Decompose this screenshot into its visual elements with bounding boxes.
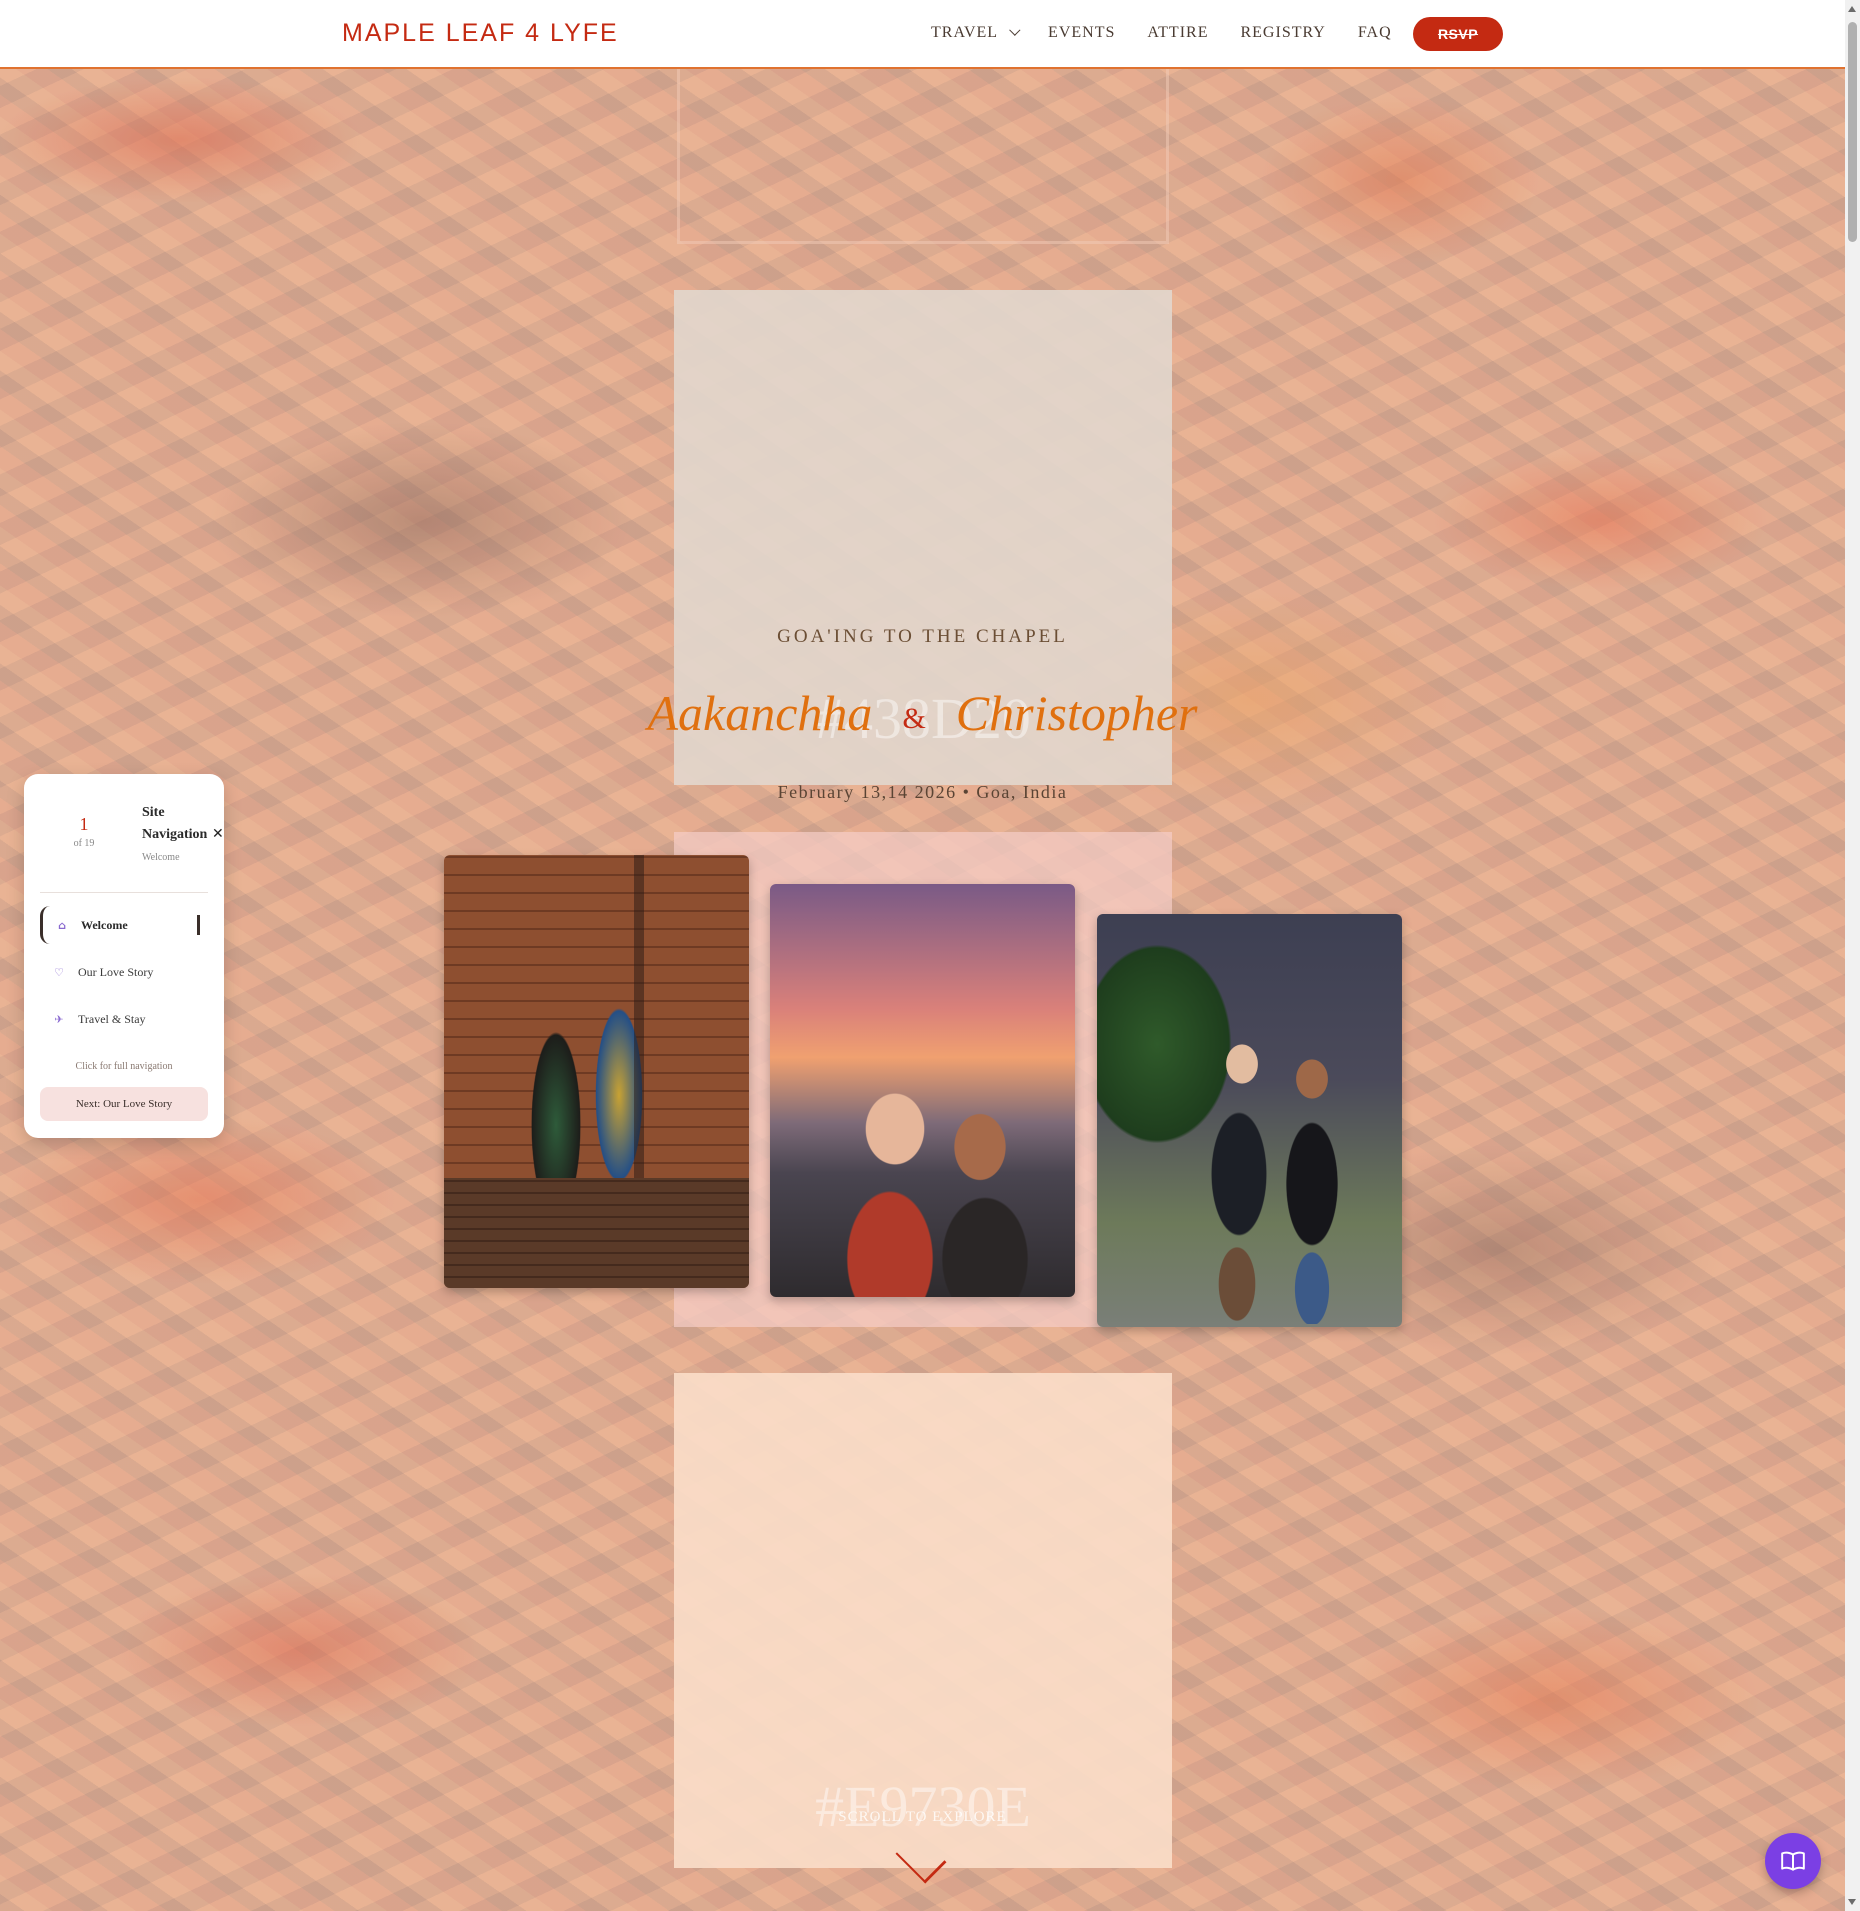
side-nav-subtitle: Welcome (142, 852, 180, 863)
ampersand: & (902, 701, 926, 735)
nav-events[interactable]: EVENTS (1048, 24, 1115, 42)
site-logo[interactable]: MAPLE LEAF 4 LYFE (342, 19, 619, 48)
close-icon[interactable]: ✕ (212, 826, 224, 842)
side-nav-item-label: Our Love Story (78, 964, 154, 979)
page-counter-current: 1 (79, 814, 89, 834)
scroll-hint: SCROLL TO EXPLORE (838, 1809, 1007, 1825)
hero-tagline: GOA'ING TO THE CHAPEL (777, 626, 1068, 647)
plane-icon: ✈ (54, 1012, 64, 1026)
scroll-down-arrow-icon[interactable] (1848, 1899, 1856, 1905)
book-icon-button[interactable] (1765, 1833, 1821, 1889)
book-open-icon (1781, 1851, 1805, 1871)
bride-name: Aakanchha (647, 685, 873, 741)
page-scrollbar[interactable] (1845, 0, 1860, 1911)
side-nav-item-love-story[interactable]: ♡ Our Love Story (40, 953, 208, 991)
main-nav: TRAVEL EVENTS ATTIRE REGISTRY FAQ (931, 24, 1424, 42)
nav-registry[interactable]: REGISTRY (1240, 24, 1325, 42)
rsvp-button[interactable]: RSVP (1413, 17, 1503, 51)
heart-icon: ♡ (54, 965, 64, 979)
active-indicator (197, 915, 200, 935)
color-swatch-peach: #E9730E (674, 1373, 1172, 1868)
nav-travel-label: TRAVEL (931, 24, 999, 41)
wedding-date-location: February 13,14 2026 • Goa, India (777, 782, 1068, 802)
scroll-up-arrow-icon[interactable] (1848, 6, 1856, 12)
swatch-hex-label: #E9730E (815, 1774, 1031, 1839)
couple-photo-2 (770, 884, 1075, 1297)
couple-names: Aakanchha & Christopher (0, 684, 1845, 742)
couple-photo-1 (444, 855, 749, 1288)
side-nav-item-label: Welcome (81, 917, 128, 932)
side-nav-title: Site Navigation (142, 805, 208, 842)
home-icon: ⌂ (58, 918, 66, 932)
couple-photo-3 (1097, 914, 1402, 1327)
side-nav-item-welcome[interactable]: ⌂ Welcome (40, 906, 208, 944)
page-counter-total: of 19 (73, 838, 95, 849)
full-navigation-hint[interactable]: Click for full navigation (24, 1061, 224, 1072)
scrollbar-thumb[interactable] (1848, 22, 1857, 242)
side-nav-item-travel-stay[interactable]: ✈ Travel & Stay (40, 1000, 208, 1038)
color-swatch-outline (677, 69, 1169, 244)
site-header: MAPLE LEAF 4 LYFE TRAVEL EVENTS ATTIRE R… (0, 0, 1845, 69)
nav-attire[interactable]: ATTIRE (1147, 24, 1208, 42)
nav-faq[interactable]: FAQ (1358, 24, 1392, 42)
nav-travel[interactable]: TRAVEL (931, 24, 1021, 42)
side-nav-item-label: Travel & Stay (78, 1011, 146, 1026)
groom-name: Christopher (955, 685, 1198, 741)
chevron-down-icon (1009, 24, 1021, 36)
divider (40, 892, 208, 893)
side-navigation-panel: 1 of 19 Site Navigation Welcome ✕ ⌂ Welc… (24, 774, 224, 1138)
next-section-button[interactable]: Next: Our Love Story (40, 1087, 208, 1121)
